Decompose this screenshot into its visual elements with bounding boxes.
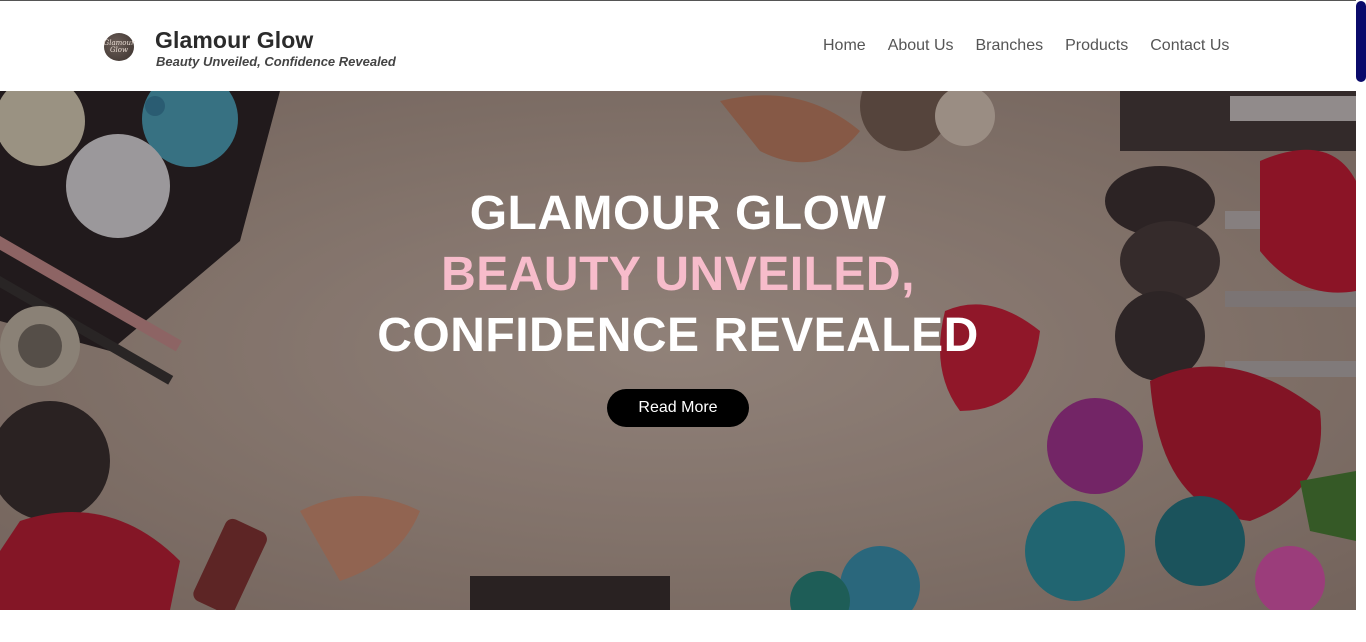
hero-title: GLAMOUR GLOW (469, 187, 887, 240)
nav-home[interactable]: Home (823, 37, 866, 55)
nav-branches[interactable]: Branches (976, 37, 1044, 55)
nav-products[interactable]: Products (1065, 37, 1128, 55)
scrollbar[interactable] (1356, 0, 1366, 642)
nav-contact-us[interactable]: Contact Us (1150, 37, 1229, 55)
logo[interactable]: Glamour Glow (104, 33, 134, 61)
site-header: Glamour Glow Glamour Glow Beauty Unveile… (0, 0, 1356, 91)
brand-tagline: Beauty Unveiled, Confidence Revealed (156, 54, 396, 69)
main-nav: Home About Us Branches Products Contact … (823, 37, 1251, 55)
scrollbar-thumb[interactable] (1356, 1, 1366, 82)
brand-title[interactable]: Glamour Glow (155, 27, 313, 54)
hero-heading: GLAMOUR GLOW BEAUTY UNVEILED, CONFIDENCE… (0, 183, 1356, 366)
hero-section: GLAMOUR GLOW BEAUTY UNVEILED, CONFIDENCE… (0, 91, 1356, 610)
hero-subtitle-line2: CONFIDENCE REVEALED (377, 309, 979, 362)
nav-about-us[interactable]: About Us (888, 37, 954, 55)
logo-text: Glamour Glow (103, 39, 135, 54)
logo-icon: Glamour Glow (104, 33, 134, 61)
read-more-button[interactable]: Read More (607, 389, 749, 427)
hero-subtitle-line1: BEAUTY UNVEILED, (441, 248, 915, 301)
